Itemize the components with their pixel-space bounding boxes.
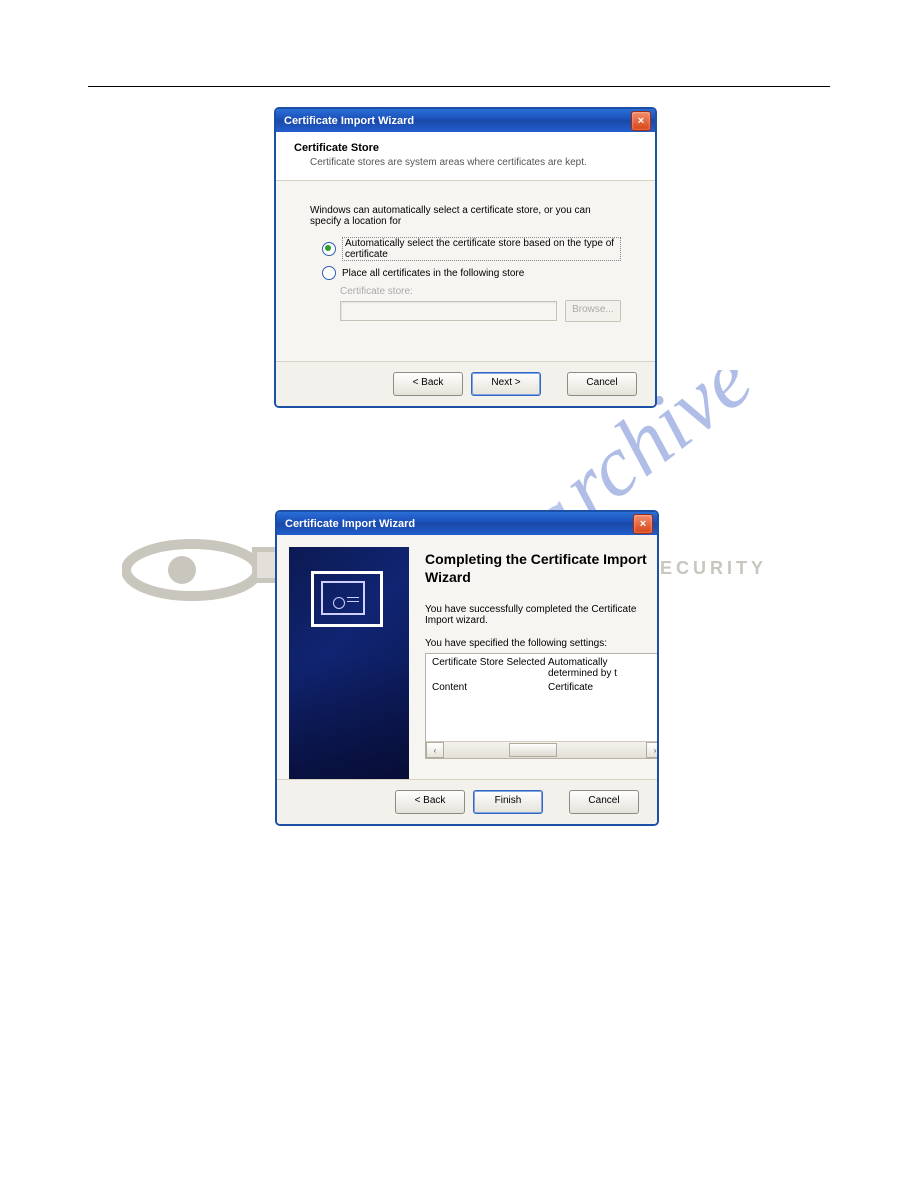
radio-auto-select-store[interactable]: Automatically select the certificate sto… — [322, 237, 621, 261]
dialog-certificate-store: Certificate Import Wizard × Certificate … — [274, 107, 657, 408]
settings-row: Content Certificate — [426, 679, 659, 693]
page-horizontal-rule — [88, 86, 830, 87]
radio-auto-label: Automatically select the certificate sto… — [342, 237, 621, 261]
settings-row: Certificate Store Selected Automatically… — [426, 654, 659, 679]
settings-value: Certificate — [548, 682, 658, 693]
scroll-right-icon[interactable]: › — [646, 742, 659, 758]
radio-icon — [322, 266, 336, 280]
scroll-thumb[interactable] — [509, 743, 557, 757]
window-title: Certificate Import Wizard — [285, 518, 415, 530]
back-button[interactable]: < Back — [395, 790, 465, 814]
wizard-heading: Completing the Certificate Import Wizard — [425, 551, 659, 586]
certificate-store-input — [340, 301, 557, 321]
settings-key: Content — [432, 682, 548, 693]
next-button[interactable]: Next > — [471, 372, 541, 396]
back-button[interactable]: < Back — [393, 372, 463, 396]
cancel-button[interactable]: Cancel — [569, 790, 639, 814]
wizard-header: Certificate Store Certificate stores are… — [276, 132, 655, 181]
settings-value: Automatically determined by t — [548, 657, 658, 679]
certificate-store-label: Certificate store: — [340, 286, 621, 297]
wizard-side-graphic — [289, 547, 409, 782]
close-button[interactable]: × — [633, 514, 653, 534]
radio-icon — [322, 242, 336, 256]
svg-text:SECURITY: SECURITY — [644, 558, 767, 578]
wizard-header-title: Certificate Store — [294, 142, 637, 154]
wizard-header-subtitle: Certificate stores are system areas wher… — [310, 157, 637, 168]
scroll-track[interactable] — [444, 743, 646, 757]
window-title: Certificate Import Wizard — [284, 115, 414, 127]
settings-key: Certificate Store Selected — [432, 657, 548, 679]
cancel-button[interactable]: Cancel — [567, 372, 637, 396]
radio-manual-label: Place all certificates in the following … — [342, 268, 524, 279]
radio-place-in-store[interactable]: Place all certificates in the following … — [322, 266, 621, 280]
certificate-icon — [311, 571, 383, 627]
close-icon: × — [640, 518, 646, 530]
titlebar[interactable]: Certificate Import Wizard × — [277, 512, 657, 535]
wizard-settings-label: You have specified the following setting… — [425, 638, 659, 649]
titlebar[interactable]: Certificate Import Wizard × — [276, 109, 655, 132]
settings-listbox[interactable]: Certificate Store Selected Automatically… — [425, 653, 659, 759]
wizard-success-text: You have successfully completed the Cert… — [425, 604, 659, 626]
dialog-completing-wizard: Certificate Import Wizard × Completing t… — [275, 510, 659, 826]
wizard-footer: < Back Finish Cancel — [277, 779, 657, 824]
wizard-footer: < Back Next > Cancel — [276, 361, 655, 406]
close-button[interactable]: × — [631, 111, 651, 131]
finish-button[interactable]: Finish — [473, 790, 543, 814]
scroll-left-icon[interactable]: ‹ — [426, 742, 444, 758]
close-icon: × — [638, 115, 644, 127]
browse-button: Browse... — [565, 300, 621, 322]
wizard-intro-text: Windows can automatically select a certi… — [310, 205, 621, 227]
horizontal-scrollbar[interactable]: ‹ › — [426, 741, 659, 758]
